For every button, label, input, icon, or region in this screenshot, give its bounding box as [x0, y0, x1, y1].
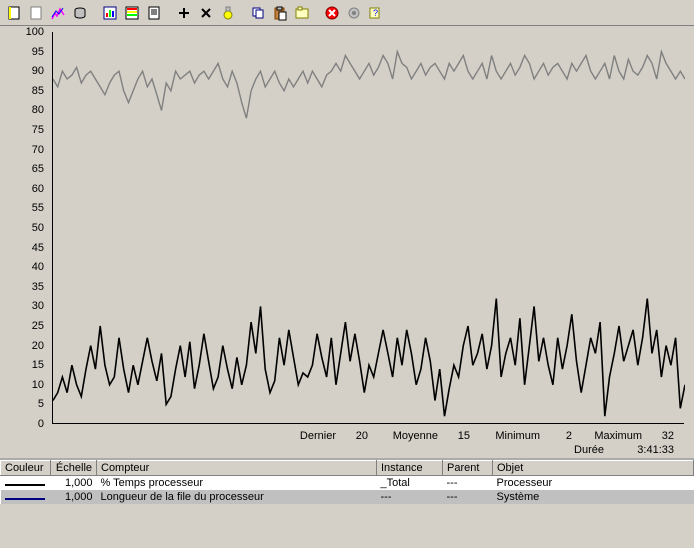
- y-tick: 0: [38, 418, 44, 430]
- y-tick: 40: [32, 261, 44, 273]
- delete-icon[interactable]: [196, 3, 216, 23]
- copy-icon[interactable]: [248, 3, 268, 23]
- y-tick: 20: [32, 340, 44, 352]
- table-row[interactable]: 1,000% Temps processeur_Total---Processe…: [1, 476, 694, 491]
- stat-avg-label: Moyenne: [382, 430, 438, 442]
- freeze-icon[interactable]: [344, 3, 364, 23]
- cell-compteur: Longueur de la file du processeur: [97, 490, 377, 504]
- series-line: [53, 52, 685, 119]
- cell-objet: Processeur: [493, 476, 694, 491]
- y-tick: 95: [32, 46, 44, 58]
- col-compteur[interactable]: Compteur: [97, 461, 377, 476]
- y-tick: 25: [32, 320, 44, 332]
- y-tick: 35: [32, 281, 44, 293]
- view-log-icon[interactable]: [70, 3, 90, 23]
- col-instance[interactable]: Instance: [377, 461, 443, 476]
- view-report-icon[interactable]: [144, 3, 164, 23]
- y-tick: 60: [32, 183, 44, 195]
- duration-bar: Durée 3:41:33: [52, 444, 684, 456]
- cell-instance: ---: [377, 490, 443, 504]
- cell-echelle: 1,000: [51, 476, 97, 491]
- y-tick: 50: [32, 222, 44, 234]
- table-row[interactable]: 1,000Longueur de la file du processeur--…: [1, 490, 694, 504]
- cell-parent: ---: [443, 490, 493, 504]
- y-tick: 10: [32, 379, 44, 391]
- stat-last-label: Dernier: [280, 430, 336, 442]
- toolbar: ?: [0, 0, 694, 26]
- view-histogram-icon[interactable]: [122, 3, 142, 23]
- y-tick: 45: [32, 242, 44, 254]
- help-icon[interactable]: ?: [366, 3, 386, 23]
- stat-dur-label: Durée: [574, 444, 604, 456]
- stat-min-value: 2: [546, 430, 572, 442]
- svg-text:?: ?: [373, 8, 378, 18]
- cell-objet: Système: [493, 490, 694, 504]
- y-tick: 90: [32, 65, 44, 77]
- view-current-icon[interactable]: [48, 3, 68, 23]
- cell-instance: _Total: [377, 476, 443, 491]
- y-tick: 15: [32, 359, 44, 371]
- col-couleur[interactable]: Couleur: [1, 461, 51, 476]
- table-header-row: Couleur Échelle Compteur Instance Parent…: [1, 461, 694, 476]
- stat-avg-value: 15: [444, 430, 470, 442]
- y-tick: 5: [38, 398, 44, 410]
- plot: [52, 32, 684, 424]
- stats-bar: Dernier 20 Moyenne 15 Minimum 2 Maximum 32: [52, 430, 684, 442]
- col-echelle[interactable]: Échelle: [51, 461, 97, 476]
- cell-echelle: 1,000: [51, 490, 97, 504]
- stat-max-value: 32: [648, 430, 674, 442]
- cell-parent: ---: [443, 476, 493, 491]
- y-tick: 55: [32, 202, 44, 214]
- stat-max-label: Maximum: [586, 430, 642, 442]
- stop-icon[interactable]: [322, 3, 342, 23]
- col-objet[interactable]: Objet: [493, 461, 694, 476]
- view-chart-icon[interactable]: [100, 3, 120, 23]
- highlight-icon[interactable]: [218, 3, 238, 23]
- new-counter-set-icon[interactable]: [4, 3, 24, 23]
- series-line: [53, 299, 685, 417]
- y-tick: 85: [32, 85, 44, 97]
- col-parent[interactable]: Parent: [443, 461, 493, 476]
- chart-area: 0 5 10 15 20 25 30 35 40 45 50 55 60 65 70 75 80 85 90 95 10…: [0, 26, 694, 458]
- y-tick: 65: [32, 163, 44, 175]
- stat-min-label: Minimum: [484, 430, 540, 442]
- color-swatch: [5, 498, 45, 500]
- y-tick: 100: [26, 26, 44, 38]
- y-tick: 80: [32, 104, 44, 116]
- color-swatch: [5, 484, 45, 486]
- counter-table: Couleur Échelle Compteur Instance Parent…: [0, 458, 694, 504]
- stat-last-value: 20: [342, 430, 368, 442]
- cell-compteur: % Temps processeur: [97, 476, 377, 491]
- y-tick: 30: [32, 300, 44, 312]
- y-tick: 70: [32, 144, 44, 156]
- y-axis: 0510152025303540455055606570758085909510…: [0, 32, 50, 424]
- stat-dur-value: 3:41:33: [624, 444, 674, 456]
- paste-icon[interactable]: [270, 3, 290, 23]
- properties-icon[interactable]: [292, 3, 312, 23]
- clear-display-icon[interactable]: [26, 3, 46, 23]
- add-icon[interactable]: [174, 3, 194, 23]
- y-tick: 75: [32, 124, 44, 136]
